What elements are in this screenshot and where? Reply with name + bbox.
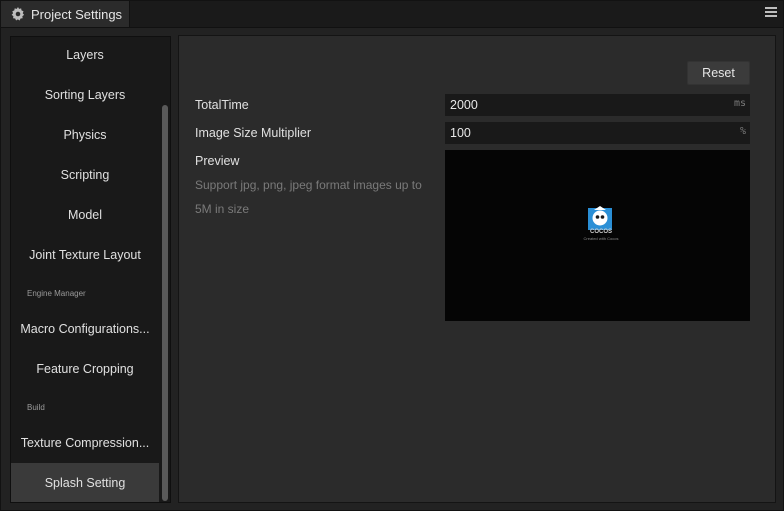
splash-setting-panel: Reset TotalTime ms Image Size Multiplier…	[178, 35, 776, 503]
project-settings-window: Project Settings Layers Sorting Layers P…	[0, 0, 784, 511]
tab-title: Project Settings	[31, 6, 123, 22]
sidebar-scroll-thumb[interactable]	[162, 105, 168, 501]
image-size-multiplier-unit: %	[739, 126, 746, 137]
sidebar-item-layers[interactable]: Layers	[11, 37, 159, 75]
gear-icon	[11, 7, 25, 21]
sidebar-item-feature-cropping[interactable]: Feature Cropping	[11, 349, 159, 389]
sidebar-group-engine-manager: Engine Manager	[27, 289, 86, 298]
sidebar-item-physics[interactable]: Physics	[11, 115, 159, 155]
sidebar-item-sorting-layers[interactable]: Sorting Layers	[11, 75, 159, 115]
total-time-unit: ms	[733, 98, 746, 109]
cocos-logo-icon	[588, 206, 612, 230]
tab-bar: Project Settings	[1, 1, 783, 28]
sidebar-item-splash-setting[interactable]: Splash Setting	[11, 463, 159, 502]
hamburger-menu-icon[interactable]	[765, 7, 777, 19]
preview-label: Preview	[195, 154, 240, 168]
cocos-logo-text: COCOS	[589, 229, 612, 235]
image-size-multiplier-input[interactable]	[445, 122, 725, 144]
cocos-logo: COCOS Created with Cocos	[583, 205, 618, 241]
sidebar-item-model[interactable]: Model	[11, 195, 159, 235]
sidebar-item-scripting[interactable]: Scripting	[11, 155, 159, 195]
preview-hint: Support jpg, png, jpeg format images up …	[195, 178, 422, 216]
cocos-logo-subtext: Created with Cocos	[583, 236, 619, 241]
sidebar-item-joint-texture-layout[interactable]: Joint Texture Layout	[11, 235, 159, 275]
sidebar-item-texture-compression[interactable]: Texture Compression...	[11, 423, 159, 463]
sidebar-item-macro-configurations[interactable]: Macro Configurations...	[11, 309, 159, 349]
settings-sidebar: Layers Sorting Layers Physics Scripting …	[10, 36, 171, 503]
total-time-label: TotalTime	[195, 98, 249, 112]
sidebar-group-build: Build	[27, 403, 45, 412]
image-size-multiplier-field: %	[445, 122, 750, 144]
tab-project-settings[interactable]: Project Settings	[1, 1, 130, 27]
total-time-input[interactable]	[445, 94, 725, 116]
reset-button[interactable]: Reset	[687, 61, 750, 85]
splash-preview-image[interactable]: COCOS Created with Cocos	[445, 150, 750, 321]
image-size-multiplier-label: Image Size Multiplier	[195, 126, 312, 140]
total-time-field: ms	[445, 94, 750, 116]
